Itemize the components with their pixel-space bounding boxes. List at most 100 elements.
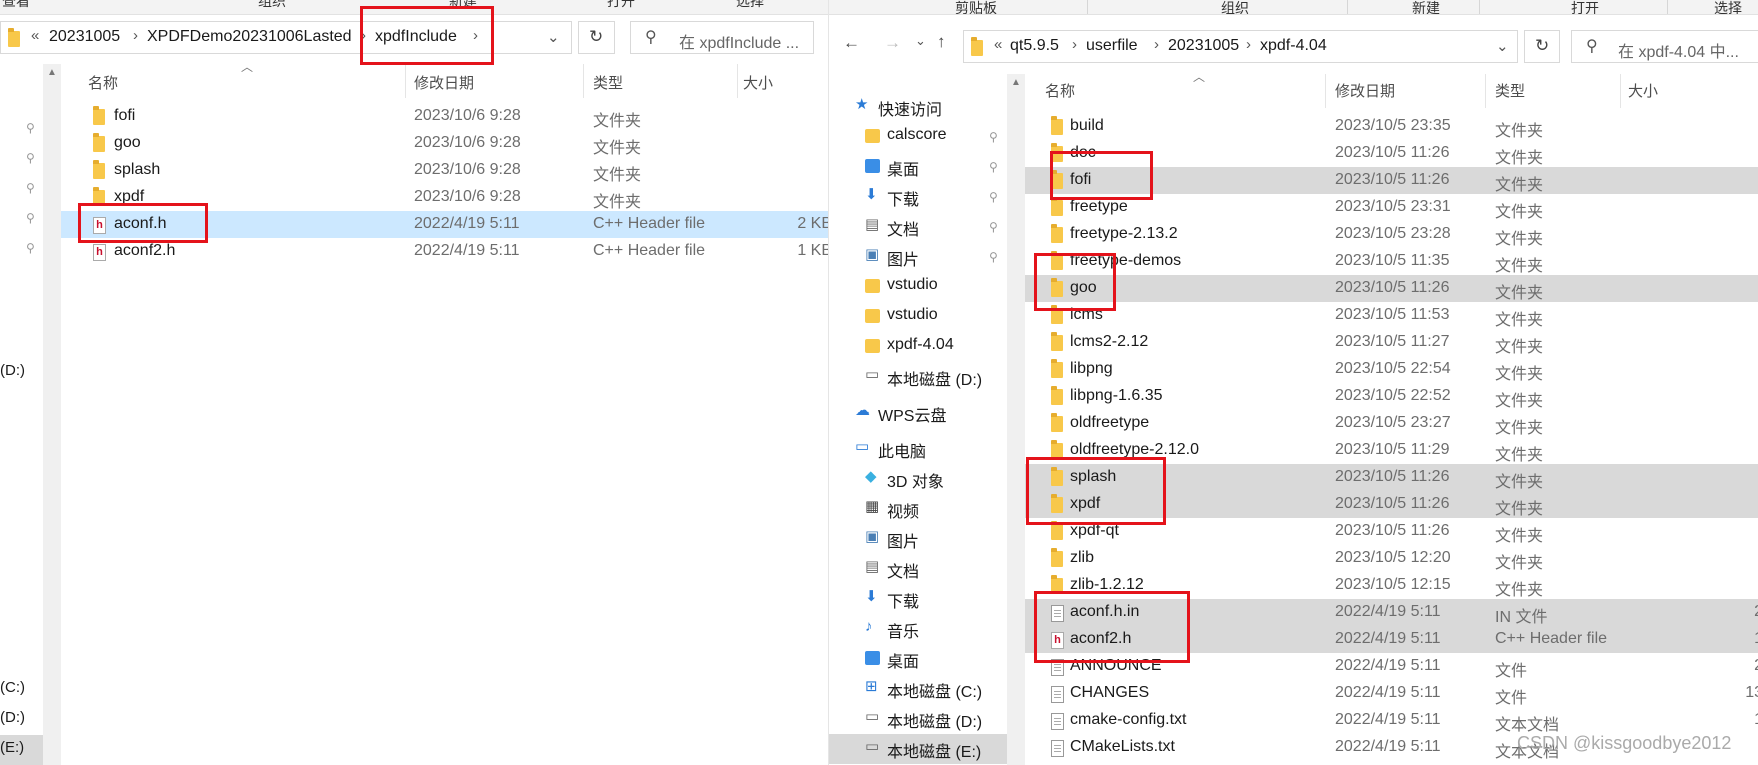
file-row[interactable]: libpng 2023/10/5 22:54 文件夹 <box>1025 356 1758 383</box>
column-type[interactable]: 类型 <box>1495 80 1525 101</box>
file-row[interactable]: lcms 2023/10/5 11:53 文件夹 <box>1025 302 1758 329</box>
nav-item[interactable]: 桌面 <box>829 644 1007 674</box>
forward-arrow-icon[interactable]: → <box>884 33 901 53</box>
file-row[interactable]: goo 2023/10/6 9:28 文件夹 <box>61 130 828 157</box>
column-name[interactable]: 名称 <box>88 72 118 93</box>
breadcrumb-item[interactable]: xpdf-4.04 <box>1260 37 1327 55</box>
nav-item-label: (E:) <box>0 739 25 756</box>
pin-icon[interactable]: ⚲ <box>989 190 998 204</box>
breadcrumb-overflow[interactable]: « <box>31 27 39 44</box>
header-file-icon: h <box>93 244 106 261</box>
file-type: 文件夹 <box>593 167 642 184</box>
file-row[interactable]: fofi 2023/10/6 9:28 文件夹 <box>61 103 828 130</box>
column-size[interactable]: 大小 <box>743 72 773 93</box>
breadcrumb-item[interactable]: XPDFDemo20231006Lasted <box>147 28 352 46</box>
ribbon-tab[interactable]: 剪贴板 <box>955 0 997 14</box>
refresh-button[interactable]: ↻ <box>1524 30 1560 63</box>
nav-item[interactable]: xpdf-4.04 <box>829 332 1007 362</box>
file-row[interactable]: oldfreetype 2023/10/5 23:27 文件夹 <box>1025 410 1758 437</box>
nav-item-label[interactable]: (C:) <box>0 679 25 696</box>
search-box[interactable]: ⚲ 在 xpdfInclude ... <box>630 21 814 54</box>
column-divider[interactable] <box>583 64 584 98</box>
file-row[interactable]: freetype-demos 2023/10/5 11:35 文件夹 <box>1025 248 1758 275</box>
ribbon-tab[interactable]: 选择 <box>1714 0 1742 14</box>
nav-item-selected[interactable]: (E:) <box>0 735 43 765</box>
breadcrumb-item[interactable]: userfile <box>1086 37 1138 55</box>
file-row[interactable]: libpng-1.6.35 2023/10/5 22:52 文件夹 <box>1025 383 1758 410</box>
nav-item[interactable]: ▭ 本地磁盘 (D:) <box>829 362 1007 392</box>
pin-icon[interactable]: ⚲ <box>989 220 998 234</box>
file-row[interactable]: splash 2023/10/6 9:28 文件夹 <box>61 157 828 184</box>
nav-item[interactable]: ⬇ 下载 <box>829 584 1007 614</box>
scroll-up-icon[interactable]: ▲ <box>1011 77 1021 88</box>
nav-item[interactable]: ▦ 视频 <box>829 494 1007 524</box>
breadcrumb-item[interactable]: 20231005 <box>49 28 120 46</box>
nav-item[interactable]: ⬇ 下载 ⚲ <box>829 182 1007 212</box>
ribbon-tab[interactable]: 查看 <box>2 0 30 11</box>
breadcrumb-item[interactable]: qt5.9.5 <box>1010 37 1059 55</box>
ribbon-tab[interactable]: 新建 <box>1412 0 1440 14</box>
refresh-button[interactable]: ↻ <box>578 21 615 54</box>
nav-item[interactable]: ▤ 文档 <box>829 554 1007 584</box>
pin-icon[interactable]: ⚲ <box>989 160 998 174</box>
nav-item[interactable]: ▣ 图片 ⚲ <box>829 242 1007 272</box>
nav-item[interactable]: ▤ 文档 ⚲ <box>829 212 1007 242</box>
nav-item[interactable]: vstudio <box>829 272 1007 302</box>
file-type: 文件夹 <box>1495 366 1544 383</box>
nav-item[interactable]: ☁ WPS云盘 <box>829 398 1007 428</box>
file-row[interactable]: freetype-2.13.2 2023/10/5 23:28 文件夹 <box>1025 221 1758 248</box>
nav-item[interactable]: 桌面 ⚲ <box>829 152 1007 182</box>
nav-item[interactable]: ▭ 本地磁盘 (E:) <box>829 734 1007 764</box>
ribbon-tab[interactable]: 打开 <box>607 0 635 11</box>
nav-item[interactable]: ◆ 3D 对象 <box>829 464 1007 494</box>
nav-item[interactable]: ▭ 本地磁盘 (D:) <box>829 704 1007 734</box>
column-divider[interactable] <box>737 64 738 98</box>
scroll-up-icon[interactable]: ▲ <box>47 67 57 78</box>
nav-item[interactable]: ♪ 音乐 <box>829 614 1007 644</box>
file-name: splash <box>114 161 161 178</box>
nav-item[interactable]: ⊞ 本地磁盘 (C:) <box>829 674 1007 704</box>
breadcrumb-item[interactable]: 20231005 <box>1168 37 1239 55</box>
nav-item-label: 本地磁盘 (D:) <box>887 714 983 731</box>
column-divider[interactable] <box>1485 74 1486 108</box>
back-arrow-icon[interactable]: ← <box>843 33 860 53</box>
search-box[interactable]: ⚲ 在 xpdf-4.04 中... <box>1571 30 1758 63</box>
address-bar[interactable]: « qt5.9.5 › userfile › 20231005 › xpdf-4… <box>963 30 1518 63</box>
file-row[interactable]: build 2023/10/5 23:35 文件夹 <box>1025 113 1758 140</box>
pin-icon[interactable]: ⚲ <box>989 250 998 264</box>
pin-icon[interactable]: ⚲ <box>989 130 998 144</box>
up-arrow-icon[interactable]: ↑ <box>937 32 946 52</box>
nav-item[interactable]: calscore ⚲ <box>829 122 1007 152</box>
chevron-down-icon[interactable]: ⌄ <box>547 28 560 46</box>
chevron-down-icon[interactable]: ⌄ <box>915 33 926 49</box>
nav-item[interactable]: ★ 快速访问 <box>829 92 1007 122</box>
column-divider[interactable] <box>405 64 406 98</box>
ribbon-tab[interactable]: 打开 <box>1571 0 1599 14</box>
left-nav-scrollbar[interactable]: ▲ <box>43 64 61 765</box>
file-row[interactable]: goo 2023/10/5 11:26 文件夹 <box>1025 275 1758 302</box>
pin-icon: ⚲ <box>26 211 35 225</box>
ribbon-tab[interactable]: 选择 <box>736 0 764 11</box>
nav-item[interactable]: ▭ 此电脑 <box>829 434 1007 464</box>
nav-item[interactable]: vstudio <box>829 302 1007 332</box>
column-date[interactable]: 修改日期 <box>414 72 474 93</box>
ribbon-tab[interactable]: 组织 <box>258 0 286 11</box>
file-row[interactable]: CHANGES 2022/4/19 5:11 文件 13 <box>1025 680 1758 707</box>
nav-item-label[interactable]: (D:) <box>0 362 25 379</box>
column-name[interactable]: 名称 <box>1045 80 1075 101</box>
column-divider[interactable] <box>1325 74 1326 108</box>
file-row[interactable]: lcms2-2.12 2023/10/5 11:27 文件夹 <box>1025 329 1758 356</box>
breadcrumb-overflow[interactable]: « <box>994 36 1002 53</box>
file-row[interactable]: cmake-config.txt 2022/4/19 5:11 文本文档 1 <box>1025 707 1758 734</box>
column-date[interactable]: 修改日期 <box>1335 80 1395 101</box>
nav-item-label[interactable]: (D:) <box>0 709 25 726</box>
ribbon-tab[interactable]: 组织 <box>1221 0 1249 14</box>
right-nav-scrollbar[interactable]: ▲ <box>1007 74 1025 765</box>
column-divider[interactable] <box>1620 74 1621 108</box>
file-type: 文件夹 <box>1495 177 1544 194</box>
column-size[interactable]: 大小 <box>1628 80 1658 101</box>
chevron-down-icon[interactable]: ⌄ <box>1496 37 1509 55</box>
nav-item[interactable]: ▣ 图片 <box>829 524 1007 554</box>
file-row[interactable]: zlib 2023/10/5 12:20 文件夹 <box>1025 545 1758 572</box>
column-type[interactable]: 类型 <box>593 72 623 93</box>
